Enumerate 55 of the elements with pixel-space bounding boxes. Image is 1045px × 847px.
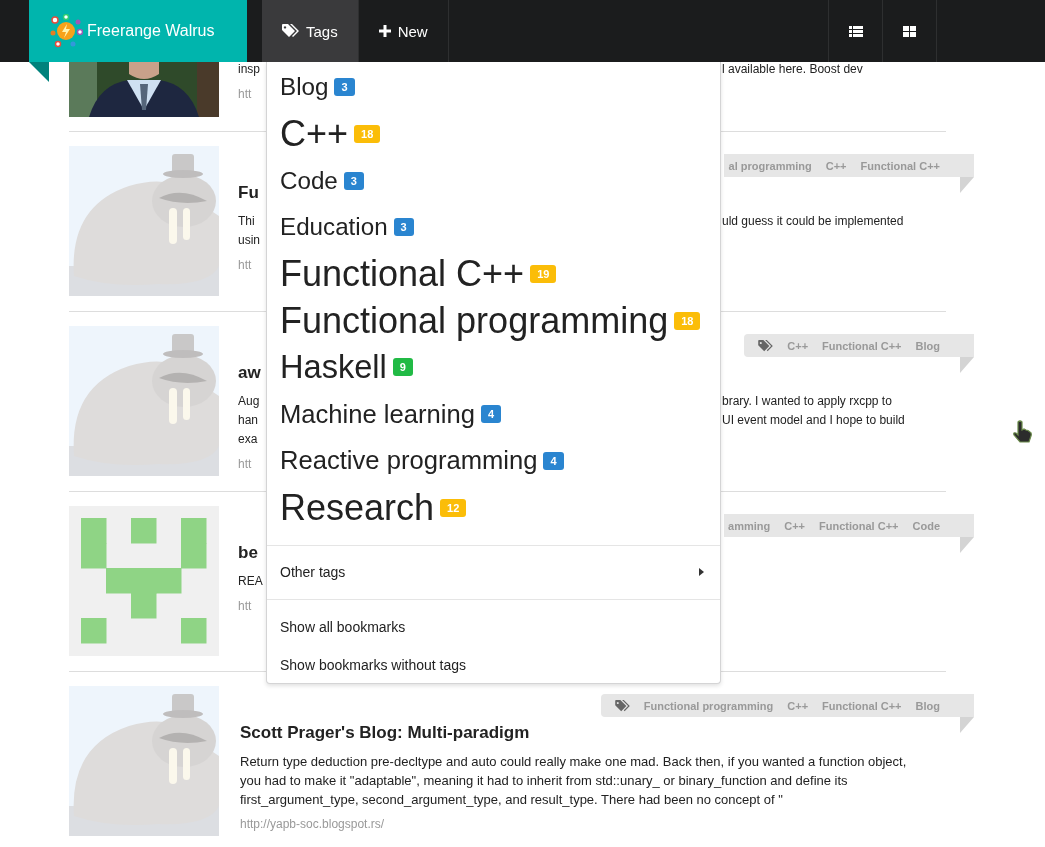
tags-icon — [282, 24, 299, 38]
url-text: htt — [238, 457, 253, 471]
description-text: UI event model and I hope to build — [722, 412, 905, 429]
description-text: exa — [238, 431, 259, 448]
nav-menu-item[interactable]: Tags — [262, 0, 359, 62]
count-badge: 3 — [334, 78, 355, 97]
description-text: han — [238, 412, 260, 429]
tag-menu-item[interactable]: Education 3 — [267, 204, 720, 251]
tag-menu-item[interactable]: Machine learning 4 — [267, 390, 720, 438]
description-text: uld guess it could be implemented — [722, 213, 904, 230]
bookmark-title[interactable]: aw — [238, 362, 262, 384]
count-badge: 3 — [393, 218, 414, 237]
caret-right-icon — [699, 568, 704, 577]
description-text: Return type deduction pre-decltype and auto could really make one mad. Back then, if you wanted a function object, you had to make it "adaptable", meaning it had to inherit from std::unary_ or binary_function and define its first_argument_type, second_argument_type, and result_type. There had been no concept of " — [240, 753, 908, 809]
count-badge: 19 — [530, 265, 557, 284]
tags-icon — [614, 699, 630, 712]
url-text: http://yapb-soc.blogspot.rs/ — [240, 817, 386, 831]
count-badge: 3 — [343, 171, 364, 190]
description-text: brary. I wanted to apply rxcpp to — [722, 393, 893, 410]
tag-menu-item[interactable]: Haskell 9 — [267, 344, 720, 391]
other-tags-menu-item[interactable]: Other tags — [267, 545, 720, 600]
plus-icon — [378, 25, 391, 37]
description-text: insp — [238, 62, 261, 76]
url-text: htt — [238, 599, 253, 613]
count-badge: 9 — [392, 358, 413, 377]
lightbulb-logo-icon — [49, 14, 83, 48]
tag-menu-item[interactable]: Reactive programming 4 — [267, 437, 720, 485]
tag-menu-item[interactable]: C++ 18 — [267, 110, 720, 158]
tag-menu-item[interactable]: Functional programming 18 — [267, 297, 720, 345]
count-badge: 4 — [543, 451, 564, 470]
bookmark-title[interactable]: be — [238, 542, 262, 564]
description-text: Thi — [238, 213, 256, 230]
description-text: REA — [238, 573, 262, 590]
tag-menu-item[interactable]: Blog 3 — [267, 64, 720, 111]
tag-menu-item[interactable]: Functional C++ 19 — [267, 250, 720, 298]
description-text: l available here. Boost dev — [722, 62, 863, 76]
list-icon — [848, 25, 863, 37]
tag-menu-item[interactable]: Research 12 — [267, 484, 720, 531]
url-text: htt — [238, 258, 253, 272]
url-text: htt — [238, 87, 253, 101]
identicon-icon — [69, 506, 219, 656]
description-text: Aug — [238, 393, 261, 410]
hand-cursor-icon — [1012, 420, 1034, 444]
count-badge: 18 — [354, 125, 381, 144]
tags-icon — [758, 339, 774, 352]
description-text: usin — [238, 232, 261, 249]
menu-link[interactable]: Show all bookmarks — [267, 607, 720, 646]
tag-menu-item[interactable]: Code 3 — [267, 157, 720, 205]
menu-link[interactable]: Show bookmarks without tags — [267, 645, 720, 684]
count-badge: 4 — [480, 405, 502, 424]
bookmark-title[interactable]: Fu — [238, 182, 262, 204]
count-badge: 12 — [440, 498, 467, 517]
bookmark-title[interactable]: Scott Prager's Blog: Multi-paradigm — [240, 722, 920, 744]
grid-icon — [903, 25, 916, 37]
count-badge: 18 — [674, 311, 701, 330]
